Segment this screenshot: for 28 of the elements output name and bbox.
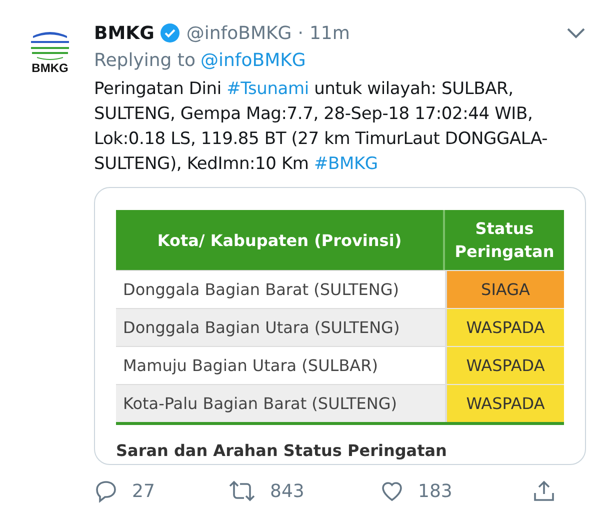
media-card[interactable] <box>94 187 586 465</box>
column-header: Status Peringatan <box>445 210 564 270</box>
retweet-icon[interactable] <box>228 479 256 503</box>
tweet-text: Peringatan Dini #Tsunami untuk wilayah: SULBAR, SULTENG, Gempa Mag:7.7, 28-Sep-18 17:02:44 WIB, Lok:0.18 LS, 119.85 BT (27 km TimurLaut DONGGALA-SULTENG), KedImn:10 Km #BMKG <box>94 78 549 176</box>
action-count: 27 <box>132 480 155 502</box>
action-count: 843 <box>270 480 304 502</box>
replying-label: Replying to <box>94 50 196 71</box>
hashtag-link[interactable]: #BMKG <box>314 154 378 174</box>
action-count: 183 <box>418 480 452 502</box>
status-cell: SIAGA <box>445 270 564 308</box>
share-icon[interactable] <box>532 479 556 503</box>
logo-text: BMKG <box>32 60 68 74</box>
mention-link[interactable]: @infoBMKG <box>200 50 306 71</box>
separator: · <box>298 22 304 44</box>
reply-icon[interactable] <box>94 479 118 503</box>
status-cell: WASPADA <box>445 308 564 346</box>
status-cell: WASPADA <box>445 346 564 384</box>
column-header: Kota/ Kabupaten (Provinsi) <box>116 210 445 270</box>
status-cell: WASPADA <box>445 384 564 422</box>
chevron-down-icon[interactable] <box>566 27 586 39</box>
author-handle[interactable]: @infoBMKG <box>186 22 292 44</box>
section-heading: Saran dan Arahan Status Peringatan <box>116 441 448 461</box>
table-cell: Kota-Palu Bagian Barat (SULTENG) <box>116 384 445 422</box>
hashtag-link[interactable]: #Tsunami <box>226 79 309 99</box>
timestamp[interactable]: 11m <box>309 22 350 44</box>
heart-icon[interactable] <box>380 479 404 503</box>
table-cell: Donggala Bagian Utara (SULTENG) <box>116 308 445 346</box>
author-name[interactable]: BMKG <box>94 22 154 44</box>
